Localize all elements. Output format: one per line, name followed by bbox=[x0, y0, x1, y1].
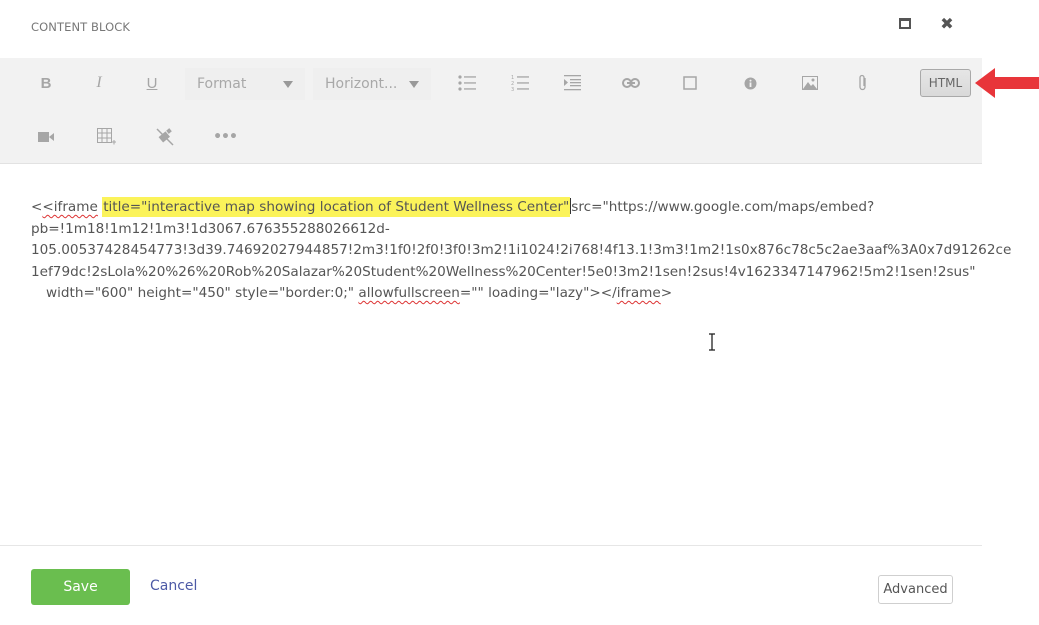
box-button[interactable] bbox=[675, 68, 705, 98]
image-button[interactable] bbox=[795, 68, 825, 98]
code-attrs: width="600" height="450" style="border:0… bbox=[46, 285, 359, 301]
html-source-button[interactable]: HTML bbox=[920, 69, 971, 97]
dialog-footer: Save Cancel Advanced bbox=[0, 547, 1039, 625]
more-button[interactable]: ••• bbox=[210, 122, 240, 152]
format-dropdown[interactable]: Format bbox=[185, 68, 305, 100]
link-icon bbox=[622, 78, 640, 88]
insert-table-button[interactable] bbox=[91, 122, 121, 152]
maximize-icon bbox=[899, 17, 911, 29]
underline-button[interactable]: U bbox=[137, 68, 167, 98]
chevron-down-icon bbox=[409, 80, 419, 88]
bullet-list-button[interactable] bbox=[452, 68, 482, 98]
video-camera-icon bbox=[38, 132, 54, 142]
video-button[interactable] bbox=[31, 122, 61, 152]
code-line-4: 1ef79dc!2sLola%20%26%20Rob%20Salazar%20S… bbox=[31, 263, 976, 280]
html-source-code[interactable]: <<iframe title="interactive map showing … bbox=[31, 197, 1012, 305]
format-dropdown-value: Format bbox=[197, 76, 247, 92]
italic-icon: I bbox=[96, 74, 102, 91]
paperclip-icon bbox=[859, 74, 866, 91]
numbered-list-button[interactable]: 123 bbox=[505, 68, 535, 98]
close-icon: ✖ bbox=[940, 13, 954, 33]
spell-error: iframe bbox=[616, 285, 661, 301]
save-button[interactable]: Save bbox=[31, 569, 130, 605]
code-line-5: width="600" height="450" style="border:0… bbox=[31, 283, 951, 305]
annotation-arrow-icon bbox=[975, 68, 1039, 98]
unlink-button[interactable] bbox=[150, 122, 180, 152]
horizontal-align-dropdown-value: Horizont... bbox=[325, 76, 398, 92]
info-button[interactable] bbox=[735, 68, 765, 98]
advanced-button[interactable]: Advanced bbox=[878, 575, 953, 604]
src-attribute-start: src="https://www.google.com/maps/embed? bbox=[571, 199, 875, 215]
square-icon bbox=[683, 76, 697, 90]
text-cursor-icon bbox=[709, 333, 715, 351]
cancel-link[interactable]: Cancel bbox=[150, 578, 197, 594]
numbered-list-icon: 123 bbox=[511, 75, 529, 92]
bold-icon: B bbox=[40, 74, 52, 92]
link-button[interactable] bbox=[616, 68, 646, 98]
svg-text:3: 3 bbox=[511, 87, 514, 92]
indent-icon bbox=[564, 75, 581, 91]
italic-button[interactable]: I bbox=[84, 68, 114, 98]
bullet-list-icon bbox=[458, 75, 476, 91]
bold-button[interactable]: B bbox=[31, 68, 61, 98]
dialog-header: CONTENT BLOCK bbox=[0, 0, 982, 58]
more-icon: ••• bbox=[213, 129, 238, 145]
close-button[interactable]: ✖ bbox=[938, 13, 956, 33]
attachment-button[interactable] bbox=[848, 68, 878, 98]
spell-error: <iframe bbox=[42, 199, 98, 215]
underline-icon: U bbox=[146, 74, 158, 92]
highlighted-title-attribute: title="interactive map showing location … bbox=[102, 197, 571, 217]
info-icon bbox=[744, 77, 756, 89]
code-line-1: <<iframe title="interactive map showing … bbox=[31, 197, 875, 217]
horizontal-align-dropdown[interactable]: Horizont... bbox=[313, 68, 431, 100]
code-close: > bbox=[660, 285, 673, 301]
chevron-down-icon bbox=[283, 80, 293, 88]
editor-toolbar: B I U Format Horizont... 123 HTML ••• bbox=[0, 58, 982, 164]
code-line-2: pb=!1m18!1m12!1m3!1d3067.676355288026612… bbox=[31, 220, 390, 237]
dialog-title: CONTENT BLOCK bbox=[31, 20, 131, 34]
maximize-button[interactable] bbox=[896, 14, 914, 32]
unlink-icon bbox=[156, 128, 174, 146]
spell-error: allowfullscreen bbox=[358, 285, 460, 301]
html-source-editor[interactable]: <<iframe title="interactive map showing … bbox=[0, 165, 1012, 546]
code-line-3: 105.00537428454773!3d39.74692027944857!2… bbox=[31, 242, 1012, 258]
table-insert-icon bbox=[96, 127, 116, 144]
code-attrs-2: ="" loading="lazy"></ bbox=[459, 285, 617, 301]
indent-button[interactable] bbox=[557, 68, 587, 98]
image-icon bbox=[802, 76, 818, 90]
